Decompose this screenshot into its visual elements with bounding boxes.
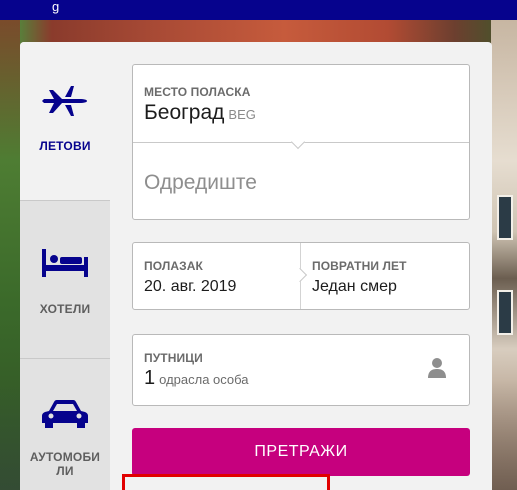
tab-hotels[interactable]: ХОТЕЛИ (20, 200, 110, 358)
passengers-value: 1 одрасла особа (144, 367, 249, 390)
return-label: ПОВРАТНИ ЛЕТ (312, 259, 407, 273)
top-navigation-bar: g (0, 0, 517, 20)
tab-flights[interactable]: ЛЕТОВИ (20, 42, 110, 200)
route-selector: МЕСТО ПОЛАСКА Београд BEG (132, 64, 470, 220)
departure-value: 20. авг. 2019 (144, 278, 237, 295)
passengers-label: ПУТНИЦИ (144, 351, 203, 365)
passenger-type: одрасла особа (159, 372, 249, 387)
departure-date-field[interactable]: ПОЛАЗАК 20. авг. 2019 (133, 243, 300, 309)
tab-cars[interactable]: АУТОМОБИ ЛИ (20, 358, 110, 490)
car-icon (41, 399, 89, 434)
passenger-count: 1 (144, 367, 156, 389)
airplane-icon (41, 80, 89, 125)
search-panel: ЛЕТОВИ ХОТЕЛИ АУТОМОБИ ЛИ МЕСТО ПОЛАСКА … (20, 42, 492, 490)
bed-icon (41, 247, 89, 284)
origin-city: Београд (144, 101, 225, 124)
departure-label: ПОЛАЗАК (144, 259, 203, 273)
person-icon (427, 357, 447, 384)
return-date-field[interactable]: ПОВРАТНИ ЛЕТ Један смер (301, 243, 469, 309)
destination-input[interactable] (144, 169, 454, 197)
passengers-field[interactable]: ПУТНИЦИ 1 одрасла особа (132, 334, 470, 406)
origin-code: BEG (228, 107, 256, 122)
tab-hotels-label: ХОТЕЛИ (39, 302, 91, 316)
date-selector: ПОЛАЗАК 20. авг. 2019 ПОВРАТНИ ЛЕТ Један… (132, 242, 470, 310)
origin-label: МЕСТО ПОЛАСКА (144, 85, 251, 99)
tab-flights-label: ЛЕТОВИ (39, 139, 91, 153)
highlight-box (122, 474, 330, 490)
origin-field[interactable]: Београд BEG (144, 101, 256, 125)
topbar-text: g (52, 0, 60, 14)
background-window (497, 195, 513, 240)
return-value: Један смер (312, 278, 397, 295)
background-window (497, 290, 513, 335)
route-divider-notch (290, 134, 306, 150)
tab-cars-label: АУТОМОБИ ЛИ (29, 450, 101, 478)
product-tabs: ЛЕТОВИ ХОТЕЛИ АУТОМОБИ ЛИ (20, 42, 110, 490)
search-button[interactable]: ПРЕТРАЖИ (132, 428, 470, 476)
